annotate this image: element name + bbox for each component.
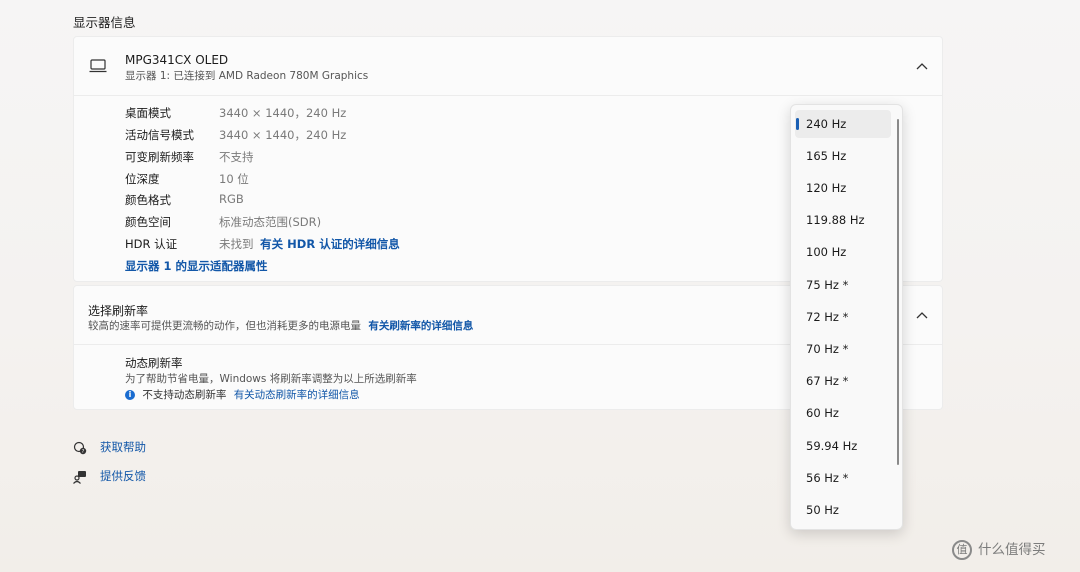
hdr-label: HDR 认证 (125, 237, 178, 251)
chevron-up-icon[interactable] (916, 62, 928, 70)
hdr-value: 未找到 (219, 237, 254, 251)
get-help-link[interactable]: ? 获取帮助 (73, 439, 146, 455)
give-feedback-label: 提供反馈 (100, 469, 146, 483)
dynamic-refresh-title: 动态刷新率 (125, 356, 183, 370)
row-value: 10 位 (219, 172, 249, 186)
hdr-value-row: 未找到 有关 HDR 认证的详细信息 (219, 236, 400, 252)
dropdown-option-50hz[interactable]: 50 Hz (795, 496, 891, 524)
row-value: 不支持 (219, 150, 254, 164)
dynamic-refresh-unsupported: 不支持动态刷新率 (142, 389, 227, 401)
dropdown-option-75hz[interactable]: 75 Hz * (795, 271, 891, 299)
row-label: 颜色格式 (125, 193, 171, 207)
dropdown-option-119-88hz[interactable]: 119.88 Hz (795, 206, 891, 234)
row-label: 桌面模式 (125, 106, 171, 120)
monitor-name: MPG341CX OLED (125, 53, 229, 67)
section-title: 显示器信息 (73, 15, 136, 30)
dynamic-refresh-note: i 不支持动态刷新率 有关动态刷新率的详细信息 (125, 387, 360, 402)
dropdown-option-72hz[interactable]: 72 Hz * (795, 303, 891, 331)
chevron-up-icon[interactable] (916, 311, 928, 319)
watermark-text: 什么值得买 (978, 542, 1046, 558)
info-icon: i (125, 390, 135, 400)
refresh-rate-description: 较高的速率可提供更流畅的动作，但也消耗更多的电源电量 有关刷新率的详细信息 (88, 318, 473, 333)
dropdown-option-70hz[interactable]: 70 Hz * (795, 335, 891, 363)
row-value: 3440 × 1440，240 Hz (219, 106, 347, 120)
dynamic-refresh-description: 为了帮助节省电量，Windows 将刷新率调整为以上所选刷新率 (125, 373, 417, 385)
row-label: 位深度 (125, 172, 160, 186)
row-label: 颜色空间 (125, 215, 171, 229)
feedback-icon (73, 470, 86, 484)
row-label: 活动信号模式 (125, 128, 194, 142)
refresh-rate-description-text: 较高的速率可提供更流畅的动作，但也消耗更多的电源电量 (88, 320, 361, 332)
help-icon: ? (73, 441, 87, 455)
dropdown-option-100hz[interactable]: 100 Hz (795, 238, 891, 266)
dropdown-option-165hz[interactable]: 165 Hz (795, 142, 891, 170)
give-feedback-link[interactable]: 提供反馈 (73, 468, 146, 484)
dynamic-refresh-details-link[interactable]: 有关动态刷新率的详细信息 (234, 389, 360, 401)
monitor-icon (89, 59, 107, 73)
dropdown-option-60hz[interactable]: 60 Hz (795, 399, 891, 427)
dropdown-option-67hz[interactable]: 67 Hz * (795, 367, 891, 395)
dropdown-option-56hz[interactable]: 56 Hz * (795, 464, 891, 492)
dropdown-scrollbar[interactable] (897, 119, 899, 465)
refresh-rate-details-link[interactable]: 有关刷新率的详细信息 (368, 320, 473, 332)
row-value: 3440 × 1440，240 Hz (219, 128, 347, 142)
get-help-label: 获取帮助 (100, 440, 146, 454)
dropdown-option-59-94hz[interactable]: 59.94 Hz (795, 432, 891, 460)
hdr-details-link[interactable]: 有关 HDR 认证的详细信息 (260, 237, 400, 251)
adapter-properties-link[interactable]: 显示器 1 的显示适配器属性 (125, 258, 268, 274)
dropdown-option-240hz[interactable]: 240 Hz (795, 110, 891, 138)
watermark: 值什么值得买 (952, 538, 1046, 560)
row-value: RGB (219, 192, 244, 206)
monitor-card-header[interactable]: MPG341CX OLED 显示器 1: 已连接到 AMD Radeon 780… (74, 37, 942, 96)
row-label: 可变刷新频率 (125, 150, 194, 164)
watermark-logo-icon: 值 (952, 540, 972, 560)
row-value: 标准动态范围(SDR) (219, 215, 322, 229)
refresh-rate-dropdown[interactable]: 240 Hz 165 Hz 120 Hz 119.88 Hz 100 Hz 75… (790, 104, 903, 530)
monitor-subtitle: 显示器 1: 已连接到 AMD Radeon 780M Graphics (125, 70, 369, 82)
svg-text:?: ? (82, 449, 85, 455)
dropdown-option-120hz[interactable]: 120 Hz (795, 174, 891, 202)
refresh-rate-title: 选择刷新率 (88, 304, 149, 318)
